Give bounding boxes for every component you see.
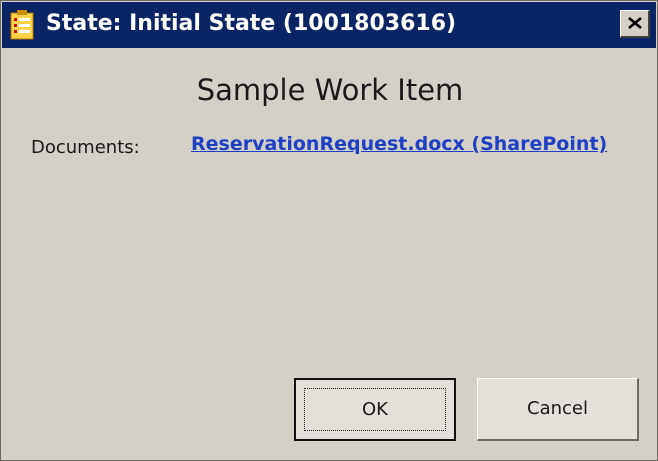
document-list-icon	[10, 10, 34, 40]
cancel-button[interactable]: Cancel	[477, 378, 639, 441]
documents-label: Documents:	[31, 137, 140, 158]
title-bar[interactable]: State: Initial State (1001803616)	[2, 2, 656, 48]
ok-button[interactable]: OK	[294, 378, 456, 441]
cancel-button-label: Cancel	[527, 398, 588, 419]
work-item-heading: Sample Work Item	[196, 73, 464, 107]
focus-ring	[304, 388, 446, 431]
dialog-window: State: Initial State (1001803616) Sample…	[0, 0, 658, 461]
window-title: State: Initial State (1001803616)	[46, 11, 457, 36]
close-icon	[628, 17, 642, 29]
close-button[interactable]	[620, 10, 650, 38]
document-link[interactable]: ReservationRequest.docx (SharePoint)	[191, 133, 607, 155]
